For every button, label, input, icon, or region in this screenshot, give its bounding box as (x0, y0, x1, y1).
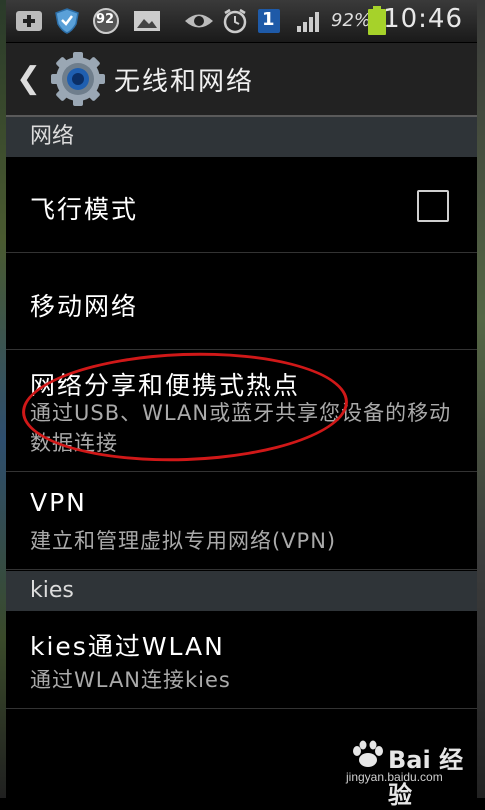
kies-wlan-label: kies通过WLAN (30, 632, 225, 661)
alarm-icon (220, 8, 250, 34)
status-bar: 92 1 92% 10:46 (6, 0, 477, 43)
badge-92-text: 92 (96, 12, 115, 27)
section-header-network: 网络 (6, 117, 477, 157)
phone-screenshot: 92 1 92% 10:46 ❮ 无线和网络 网络 飞行模式 移动网络 网络分享… (0, 0, 485, 809)
section-header-kies: kies (6, 571, 477, 611)
mobile-network-label: 移动网络 (30, 292, 139, 321)
watermark-url: jingyan.baidu.com (346, 770, 443, 784)
baidu-jingyan-watermark: Bai 经验 jingyan.baidu.com (346, 738, 466, 809)
settings-gear-icon[interactable] (50, 51, 106, 107)
add-icon (14, 8, 44, 34)
airplane-mode-label: 飞行模式 (30, 195, 139, 224)
airplane-mode-checkbox[interactable] (417, 190, 449, 222)
list-item-airplane-mode[interactable]: 飞行模式 (6, 157, 477, 253)
back-chevron-icon[interactable]: ❮ (16, 61, 41, 96)
badge-92-icon: 92 (90, 8, 122, 34)
image-icon (132, 8, 162, 34)
kies-wlan-description: 通过WLAN连接kies (30, 668, 231, 692)
settings-screen: 92 1 92% 10:46 ❮ 无线和网络 网络 飞行模式 移动网络 网络分享… (6, 0, 477, 809)
paw-icon (353, 740, 383, 767)
notification-1-icon: 1 (256, 8, 282, 34)
vpn-label: VPN (30, 488, 87, 517)
clock: 10:46 (383, 4, 463, 34)
vpn-description: 建立和管理虚拟专用网络(VPN) (30, 529, 337, 553)
list-item-mobile-network[interactable]: 移动网络 (6, 253, 477, 350)
shield-icon (52, 8, 82, 34)
signal-icon (294, 8, 326, 34)
page-title: 无线和网络 (114, 67, 255, 97)
list-item-kies-wlan[interactable]: kies通过WLAN 通过WLAN连接kies (6, 611, 477, 709)
action-bar: ❮ 无线和网络 (6, 43, 477, 117)
background-edge-right (477, 0, 485, 798)
list-item-vpn[interactable]: VPN 建立和管理虚拟专用网络(VPN) (6, 472, 477, 570)
eye-icon (182, 8, 216, 34)
battery-percent: 92% (331, 10, 372, 31)
notification-1-text: 1 (262, 9, 275, 30)
